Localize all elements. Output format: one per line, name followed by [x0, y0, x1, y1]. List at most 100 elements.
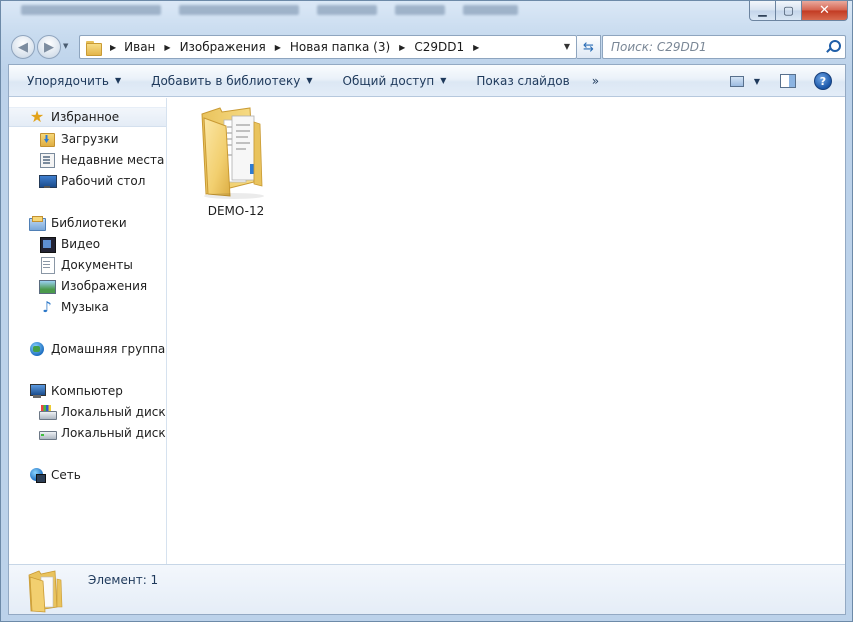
breadcrumb-arrow-icon[interactable]: ▶: [275, 43, 281, 52]
downloads-folder-icon: [39, 131, 55, 147]
sidebar-item-desktop[interactable]: Рабочий стол: [39, 171, 145, 191]
system-drive-icon: [39, 404, 57, 420]
chevron-down-icon: ▼: [440, 76, 447, 85]
sidebar-item-homegroup[interactable]: Домашняя группа: [29, 339, 165, 359]
refresh-icon: ⇆: [583, 39, 594, 55]
breadcrumb-arrow-icon[interactable]: ▶: [473, 43, 479, 52]
add-to-library-label: Добавить в библиотеку: [151, 73, 301, 88]
sidebar-item-recent-places[interactable]: Недавние места: [39, 150, 164, 170]
close-button[interactable]: ✕: [802, 1, 848, 21]
breadcrumb: Иван ▶ Изображения ▶ Новая папка (3) ▶ C…: [124, 40, 488, 54]
folder-icon: [201, 107, 264, 199]
help-icon[interactable]: ?: [814, 72, 832, 90]
sidebar-item-label: Избранное: [51, 110, 120, 124]
breadcrumb-item-new-folder[interactable]: Новая папка (3): [290, 40, 390, 54]
explorer-window: ▁ ▢ ✕ ◀ ▶ ▼ ▶ Иван ▶ Изображения ▶ Новая…: [0, 0, 853, 622]
sidebar-item-label: Сеть: [51, 468, 81, 482]
minimize-button[interactable]: ▁: [749, 1, 776, 21]
refresh-button[interactable]: ⇆: [577, 35, 601, 59]
search-icon[interactable]: [825, 40, 841, 54]
hard-drive-icon: [39, 425, 57, 441]
breadcrumb-arrow-icon[interactable]: ▶: [164, 43, 170, 52]
add-to-library-button[interactable]: Добавить в библиотеку ▼: [151, 65, 312, 97]
sidebar-item-libraries[interactable]: Библиотеки: [29, 213, 127, 233]
breadcrumb-item-ivan[interactable]: Иван: [124, 40, 155, 54]
window-controls: ▁ ▢ ✕: [749, 1, 848, 21]
network-icon: [29, 467, 46, 483]
title-bar[interactable]: ▁ ▢ ✕: [1, 1, 853, 31]
search-placeholder: Поиск: C29DD1: [611, 40, 707, 54]
toolbar-right: ▼ ?: [729, 65, 845, 97]
sidebar-item-drive-d[interactable]: Локальный диск (D: [39, 423, 166, 443]
sidebar-item-downloads[interactable]: Загрузки: [39, 129, 119, 149]
sidebar-item-label: Локальный диск (D: [61, 426, 166, 440]
music-icon: ♪: [42, 298, 52, 316]
navigation-row: ◀ ▶ ▼ ▶ Иван ▶ Изображения ▶ Новая папка…: [9, 34, 846, 60]
minimize-icon: ▁: [758, 4, 767, 17]
folder-item[interactable]: DEMO-12: [190, 104, 280, 220]
slideshow-button[interactable]: Показ слайдов: [476, 65, 569, 97]
recent-places-icon: [39, 152, 55, 168]
slideshow-label: Показ слайдов: [476, 73, 570, 88]
sidebar-item-label: Изображения: [61, 279, 148, 293]
sidebar-item-images[interactable]: Изображения: [39, 276, 147, 296]
sidebar-item-computer[interactable]: Компьютер: [29, 381, 123, 401]
breadcrumb-item-images[interactable]: Изображения: [180, 40, 266, 54]
item-count: Элемент: 1: [88, 573, 159, 587]
more-commands-label: »: [591, 73, 600, 88]
folder-icon: [86, 40, 104, 56]
sidebar-item-network[interactable]: Сеть: [29, 465, 81, 485]
sidebar-item-label: Рабочий стол: [61, 174, 146, 188]
sidebar-item-video[interactable]: Видео: [39, 234, 100, 254]
forward-arrow-icon: ▶: [44, 39, 54, 55]
recent-pages-dropdown[interactable]: ▼: [63, 42, 73, 52]
sidebar-item-label: Документы: [61, 258, 133, 272]
view-options-dropdown[interactable]: ▼: [754, 77, 760, 86]
address-history-dropdown[interactable]: ▼: [564, 42, 570, 51]
chevron-down-icon: ▼: [306, 76, 313, 85]
folder-icon: [28, 570, 63, 613]
sidebar-item-documents[interactable]: Документы: [39, 255, 133, 275]
homegroup-icon: [29, 341, 45, 357]
organize-button[interactable]: Упорядочить ▼: [27, 65, 121, 97]
sidebar-item-label: Компьютер: [51, 384, 123, 398]
sidebar-item-label: Локальный диск (C: [61, 405, 166, 419]
folder-name: DEMO-12: [207, 204, 265, 218]
libraries-icon: [29, 215, 46, 231]
images-icon: [39, 278, 56, 294]
details-pane: Элемент: 1: [9, 564, 845, 614]
address-bar[interactable]: ▶ Иван ▶ Изображения ▶ Новая папка (3) ▶…: [79, 35, 577, 59]
sidebar-item-label: Загрузки: [61, 132, 119, 146]
sidebar-item-label: Недавние места: [61, 153, 165, 167]
sidebar-item-label: Библиотеки: [51, 216, 127, 230]
chevron-down-icon: ▼: [114, 76, 122, 85]
maximize-icon: ▢: [783, 4, 794, 17]
sidebar-item-drive-c[interactable]: Локальный диск (C: [39, 402, 166, 422]
desktop-icon: [39, 173, 57, 189]
share-label: Общий доступ: [342, 73, 435, 88]
back-button[interactable]: ◀: [11, 35, 35, 59]
forward-button[interactable]: ▶: [37, 35, 61, 59]
sidebar-item-label: Видео: [61, 237, 101, 251]
documents-icon: [39, 257, 55, 274]
sidebar-item-music[interactable]: ♪ Музыка: [39, 297, 109, 317]
more-commands-button[interactable]: »: [592, 65, 599, 97]
sidebar-item-label: Музыка: [61, 300, 109, 314]
sidebar-item-favorites[interactable]: ★ Избранное: [9, 107, 166, 127]
close-icon: ✕: [819, 3, 830, 18]
video-icon: [39, 236, 56, 253]
organize-label: Упорядочить: [27, 73, 109, 88]
sidebar-item-label: Домашняя группа: [51, 342, 166, 356]
maximize-button[interactable]: ▢: [776, 1, 802, 21]
change-view-icon[interactable]: [729, 75, 744, 87]
file-list-area[interactable]: DEMO-12: [168, 98, 845, 564]
navigation-pane: ★ Избранное Загрузки Недавние места Рабо…: [9, 98, 167, 564]
nav-buttons: ◀ ▶ ▼: [9, 34, 79, 60]
preview-pane-icon[interactable]: [780, 74, 796, 88]
share-button[interactable]: Общий доступ ▼: [343, 65, 447, 97]
blurred-taskbar-strip: [21, 5, 518, 19]
breadcrumb-item-current[interactable]: C29DD1: [414, 40, 464, 54]
breadcrumb-arrow-icon[interactable]: ▶: [110, 43, 116, 52]
search-input[interactable]: Поиск: C29DD1: [602, 35, 846, 59]
breadcrumb-arrow-icon[interactable]: ▶: [399, 43, 405, 52]
